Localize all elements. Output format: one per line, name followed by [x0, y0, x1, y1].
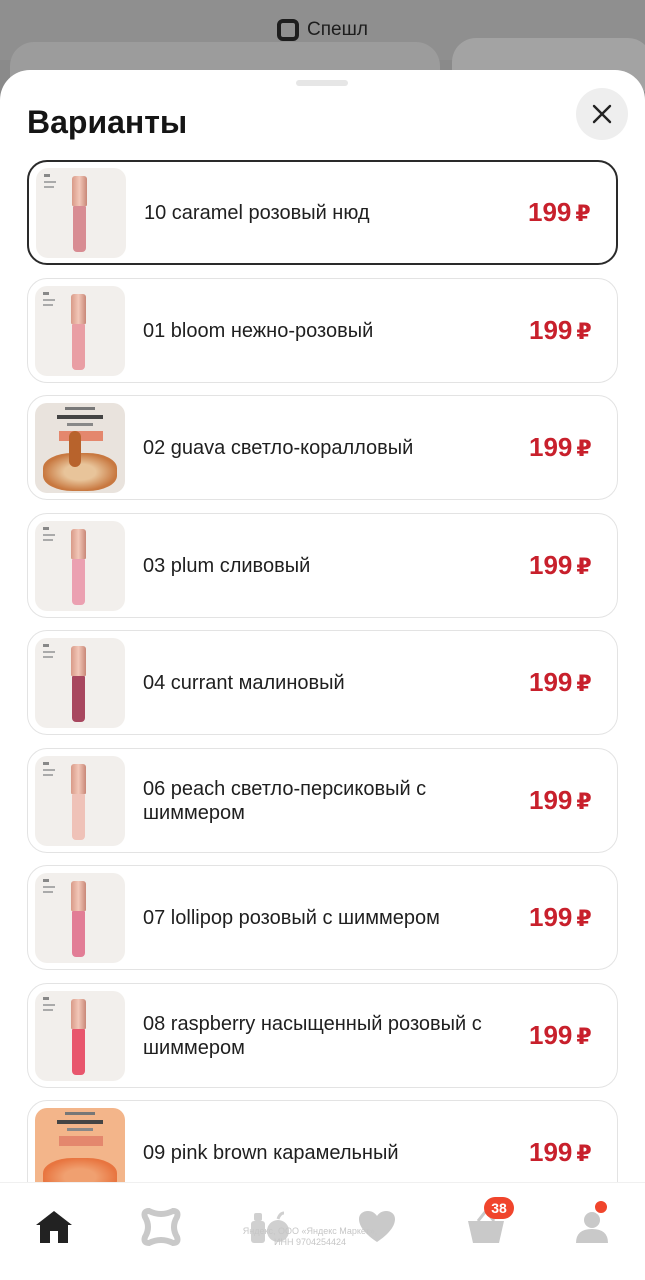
home-icon — [36, 1211, 72, 1243]
variant-price: 199 ₽ — [528, 197, 591, 227]
variant-name: 07 lollipop розовый с шиммером — [143, 906, 440, 929]
variant-item[interactable]: 09 pink brown карамельный 199 ₽ — [27, 1100, 618, 1188]
variant-thumbnail — [35, 990, 125, 1081]
nav-home[interactable] — [32, 1205, 76, 1249]
variant-thumbnail — [35, 402, 125, 493]
variant-name: 06 peach светло-персиковый с шиммером — [143, 777, 427, 824]
sheet-grabber[interactable] — [296, 80, 348, 86]
variant-price: 199 ₽ — [529, 902, 592, 932]
variant-item[interactable]: 07 lollipop розовый с шиммером 199 ₽ — [27, 865, 618, 970]
close-icon — [592, 104, 612, 124]
variant-name: 01 bloom нежно-розовый — [143, 319, 374, 342]
nav-special[interactable] — [139, 1205, 183, 1249]
variant-thumbnail — [35, 285, 125, 376]
variant-price: 199 ₽ — [529, 432, 592, 462]
variant-name: 10 caramel розовый нюд — [144, 201, 370, 224]
variant-item[interactable]: 06 peach светло-персиковый с шиммером 19… — [27, 748, 618, 853]
close-button[interactable] — [576, 88, 628, 140]
variant-price: 199 ₽ — [529, 1137, 592, 1167]
variants-list[interactable]: 10 caramel розовый нюд 199 ₽ 01 bloom неж… — [0, 158, 645, 1188]
variant-name: 08 raspberry насыщенный розовый с шиммер… — [143, 1012, 482, 1059]
variant-item[interactable]: 03 plum сливовый 199 ₽ — [27, 513, 618, 618]
legal-text: Яндекс, ООО «Яндекс Маркет», ИНН 9704254… — [242, 1226, 378, 1247]
variant-thumbnail — [35, 755, 125, 846]
variant-thumbnail — [35, 1107, 125, 1188]
special-icon — [277, 19, 300, 41]
sheet-title: Варианты — [27, 104, 188, 140]
variant-price: 199 ₽ — [529, 315, 592, 345]
variant-thumbnail — [35, 637, 125, 728]
variant-item[interactable]: 08 raspberry насыщенный розовый с шиммер… — [27, 983, 618, 1088]
profile-notification-dot — [593, 1199, 609, 1215]
variant-item[interactable]: 10 caramel розовый нюд 199 ₽ — [27, 160, 618, 265]
special-label: Спешл — [307, 19, 368, 40]
variant-item[interactable]: 04 currant малиновый 199 ₽ — [27, 630, 618, 735]
variant-thumbnail — [35, 520, 125, 611]
cart-badge: 38 — [484, 1197, 514, 1219]
variant-item[interactable]: 01 bloom нежно-розовый 199 ₽ — [27, 278, 618, 383]
variant-price: 199 ₽ — [529, 550, 592, 580]
variant-price: 199 ₽ — [529, 785, 592, 815]
variant-name: 02 guava светло-коралловый — [143, 436, 414, 459]
profile-icon — [576, 1212, 608, 1243]
variant-name: 04 currant малиновый — [143, 671, 345, 694]
variant-name: 03 plum сливовый — [143, 554, 311, 577]
variant-name: 09 pink brown карамельный — [143, 1141, 399, 1164]
variant-item[interactable]: 02 guava светло-коралловый 199 ₽ — [27, 395, 618, 500]
variant-price: 199 ₽ — [529, 1020, 592, 1050]
special-icon — [141, 1207, 181, 1247]
variants-sheet: Варианты 10 caramel розовый нюд 199 ₽ 01 … — [0, 70, 645, 1280]
special-tab: Спешл — [277, 19, 368, 41]
variant-thumbnail — [36, 167, 126, 258]
variant-thumbnail — [35, 872, 125, 963]
variant-price: 199 ₽ — [529, 667, 592, 697]
